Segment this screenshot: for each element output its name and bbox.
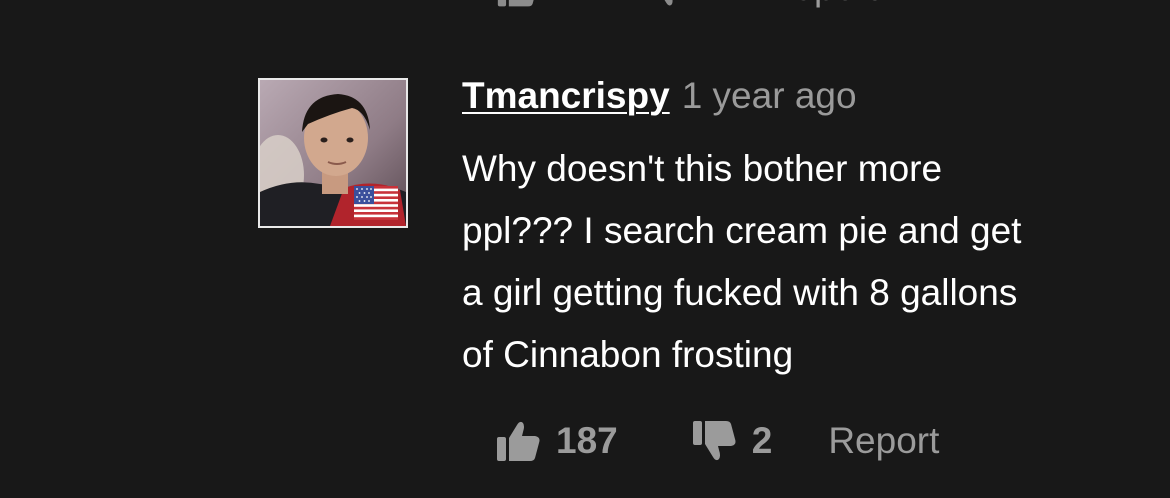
thumbs-up-icon — [497, 421, 540, 461]
comment-text: Why doesn't this bother more ppl??? I se… — [462, 148, 1022, 375]
previous-comment-actions: 20 1 Report — [494, 0, 878, 8]
comments-page: 20 1 Report — [0, 0, 1170, 498]
avatar[interactable] — [258, 78, 408, 228]
thumbs-down-icon[interactable] — [644, 0, 692, 10]
thumbs-up-icon[interactable] — [494, 0, 542, 10]
thumbs-down-icon — [692, 421, 736, 461]
username-link[interactable]: Tmancrispy — [462, 75, 670, 117]
dislike-button[interactable]: 2 — [690, 417, 773, 465]
us-flag-icon — [354, 186, 398, 220]
comment-meta: Tmancrispy 1 year ago — [462, 75, 1122, 117]
comment-body: Tmancrispy 1 year ago Why doesn't this b… — [462, 75, 1122, 386]
like-button[interactable]: 187 — [494, 417, 618, 465]
dislike-count: 2 — [751, 420, 773, 461]
previous-like-count: 20 — [550, 0, 588, 8]
previous-dislike-count: 1 — [700, 0, 719, 8]
comment-timestamp: 1 year ago — [681, 75, 857, 116]
report-link[interactable]: Report — [828, 420, 939, 462]
like-count: 187 — [556, 420, 618, 461]
comment-actions: 187 2 Report — [494, 416, 939, 466]
previous-report-link[interactable]: Report — [767, 0, 878, 9]
